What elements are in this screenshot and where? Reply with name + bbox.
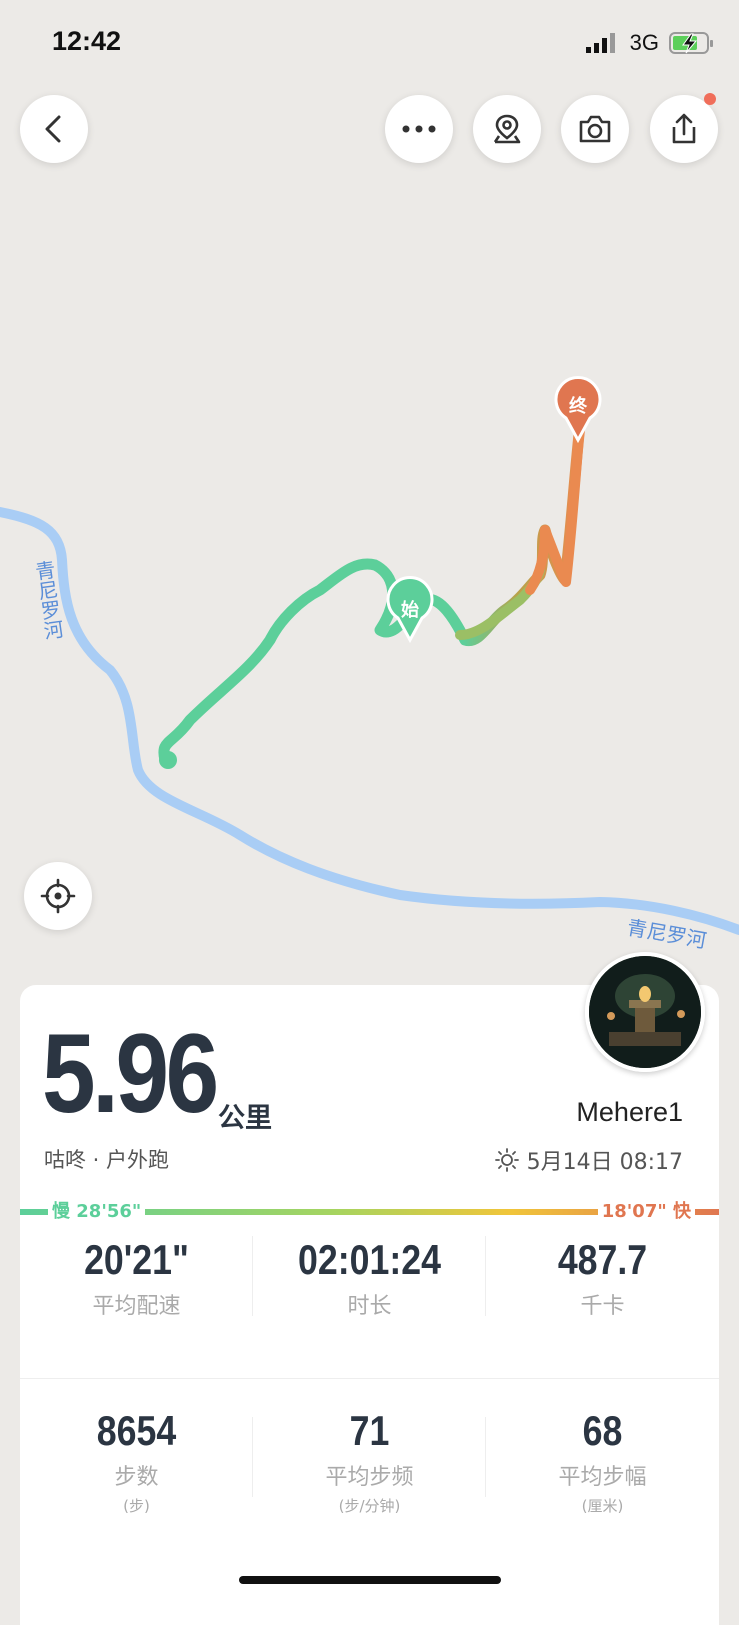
stat-label: 平均步频 bbox=[325, 1465, 414, 1490]
home-indicator[interactable] bbox=[239, 1576, 501, 1584]
back-button[interactable] bbox=[20, 95, 88, 163]
route-path bbox=[158, 419, 586, 766]
stat-avg-pace: 20'21" 平均配速 bbox=[20, 1236, 253, 1378]
status-indicators: 3G bbox=[585, 30, 715, 56]
stats-grid: 20'21" 平均配速 02:01:24 时长 487.7 千卡 8654 步数… bbox=[20, 1236, 719, 1516]
stat-calories: 487.7 千卡 bbox=[486, 1236, 719, 1378]
svg-text:始: 始 bbox=[401, 599, 419, 621]
stat-unit: (步/分钟) bbox=[338, 1497, 401, 1515]
datetime-text: 5月14日 08:17 bbox=[526, 1150, 683, 1175]
locate-icon bbox=[40, 878, 76, 914]
camera-icon bbox=[579, 115, 611, 143]
share-button[interactable] bbox=[650, 93, 718, 163]
back-icon bbox=[45, 115, 61, 143]
stat-value: 8654 bbox=[96, 1407, 177, 1454]
stat-cadence: 71 平均步频 (步/分钟) bbox=[253, 1407, 486, 1516]
locate-button[interactable] bbox=[24, 862, 92, 930]
location-pin-icon bbox=[493, 114, 521, 144]
stat-value: 487.7 bbox=[557, 1236, 648, 1283]
notification-dot bbox=[704, 93, 716, 105]
stat-value: 71 bbox=[349, 1407, 390, 1454]
stat-unit: (步) bbox=[123, 1497, 150, 1515]
stat-value: 02:01:24 bbox=[298, 1236, 441, 1283]
stat-label: 步数 bbox=[114, 1465, 159, 1490]
stat-value: 20'21" bbox=[84, 1236, 189, 1283]
signal-icon bbox=[585, 33, 615, 53]
network-type: 3G bbox=[629, 30, 659, 55]
workout-datetime: 5月14日 08:17 bbox=[494, 1144, 683, 1176]
share-icon bbox=[672, 113, 696, 144]
stat-steps: 8654 步数 (步) bbox=[20, 1407, 253, 1516]
stat-duration: 02:01:24 时长 bbox=[253, 1236, 486, 1378]
stats-row-1: 20'21" 平均配速 02:01:24 时长 487.7 千卡 bbox=[20, 1236, 719, 1378]
more-icon bbox=[402, 125, 436, 133]
battery-charging-icon bbox=[669, 32, 713, 54]
avatar-image bbox=[589, 956, 701, 1068]
camera-button[interactable] bbox=[561, 95, 629, 163]
end-marker[interactable]: 终 bbox=[554, 376, 602, 444]
stat-label: 时长 bbox=[347, 1294, 392, 1319]
location-pin-button[interactable] bbox=[473, 95, 541, 163]
stat-stride: 68 平均步幅 (厘米) bbox=[486, 1407, 719, 1516]
stat-value: 68 bbox=[582, 1407, 623, 1454]
distance-value: 5.96 bbox=[42, 1011, 219, 1136]
stat-label: 千卡 bbox=[580, 1294, 625, 1319]
more-button[interactable] bbox=[385, 95, 453, 163]
pace-slow-label: 慢 28'56" bbox=[48, 1197, 146, 1223]
distance-unit: 公里 bbox=[218, 1103, 272, 1134]
stat-unit: (厘米) bbox=[581, 1497, 624, 1515]
username[interactable]: Mehere1 bbox=[576, 1097, 683, 1128]
pace-fast-label: 18'07" 快 bbox=[597, 1197, 695, 1223]
status-time: 12:42 bbox=[52, 26, 122, 56]
sport-type: 咕咚 · 户外跑 bbox=[44, 1148, 170, 1172]
stats-row-2: 8654 步数 (步) 71 平均步频 (步/分钟) 68 平均步幅 (厘米) bbox=[20, 1379, 719, 1516]
sun-icon bbox=[494, 1148, 519, 1172]
route-map[interactable]: 始 终 bbox=[0, 0, 739, 980]
stat-label: 平均步幅 bbox=[558, 1465, 647, 1490]
route-start-dot bbox=[159, 751, 177, 769]
river bbox=[0, 507, 739, 935]
avatar[interactable] bbox=[585, 952, 705, 1072]
stat-label: 平均配速 bbox=[92, 1294, 181, 1319]
svg-text:终: 终 bbox=[569, 395, 588, 417]
